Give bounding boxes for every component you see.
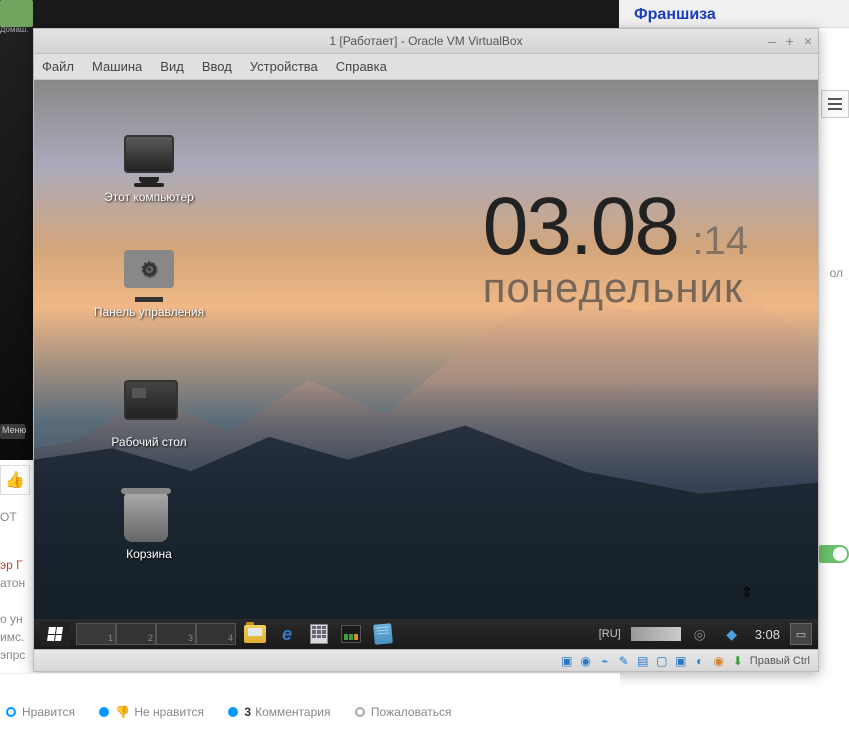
calculator-launcher[interactable] [306,623,332,645]
dislike-button[interactable]: 👎Не нравится [99,705,204,719]
menu-help[interactable]: Справка [336,59,387,74]
computer-icon [124,135,174,173]
like-button[interactable]: Нравится [6,705,75,719]
show-desktop-button[interactable]: ▭ [790,623,812,645]
trash-label: Корзина [126,547,172,561]
computer-label: Этот компьютер [104,190,194,204]
resize-cursor-icon: ⇕ [741,584,753,601]
file-explorer-launcher[interactable] [242,623,268,645]
workspace-4[interactable]: 4 [196,623,236,645]
desktop-icon-trash[interactable]: Корзина [79,492,219,561]
host-desktop-bg [0,0,33,460]
menu-machine[interactable]: Машина [92,59,142,74]
home-folder-label: Домаш. [0,25,29,34]
internet-explorer-launcher[interactable]: e [274,623,300,645]
trash-icon [124,492,168,542]
host-menu-button[interactable]: Меню [0,424,25,439]
language-indicator[interactable]: [RU] [595,626,625,642]
desktop-icon-computer[interactable]: Этот компьютер [79,135,219,204]
comments-count[interactable]: 3Комментария [228,705,330,719]
task-manager-launcher[interactable] [338,623,364,645]
sb-display-icon[interactable]: ▣ [674,654,688,668]
toggle-switch[interactable] [814,545,849,563]
sb-audio-icon[interactable]: ▤ [636,654,650,668]
control-panel-label: Панель управления [94,305,204,319]
desktop-folder-icon [124,380,178,420]
report-button[interactable]: Пожаловаться [355,705,452,719]
thumbs-up-icon[interactable]: 👍 [0,465,30,495]
side-text: ол [830,266,843,280]
maximize-button[interactable]: + [786,33,794,49]
vbox-titlebar[interactable]: 1 [Работает] - Oracle VM VirtualBox – + … [34,29,818,54]
menu-input[interactable]: Ввод [202,59,232,74]
desktop-icon-control-panel[interactable]: Панель управления [79,250,219,319]
notepad-launcher[interactable] [370,623,396,645]
host-desktop-bg2 [33,0,633,28]
taskbar-clock[interactable]: 3:08 [751,627,784,642]
menu-view[interactable]: Вид [160,59,184,74]
clock-seconds: :14 [692,219,748,263]
close-button[interactable]: × [804,33,812,49]
menu-devices[interactable]: Устройства [250,59,318,74]
sb-hdd-icon[interactable]: ▣ [560,654,574,668]
start-button[interactable] [40,622,70,646]
sb-recording-icon[interactable]: ◐ [693,654,707,668]
calculator-icon [310,624,328,644]
desktop-label: Рабочий стол [111,435,186,449]
article-snippet: ОТ эр Г атон о ун имс. эпрс [0,508,25,664]
sb-usb-icon[interactable]: ⌁ [598,654,612,668]
sb-vrde-icon[interactable]: ◉ [712,654,726,668]
sb-guest-additions-icon[interactable]: ⬇ [731,654,745,668]
hamburger-menu-icon[interactable] [821,90,849,118]
volume-slider[interactable] [631,627,681,641]
workspace-2[interactable]: 2 [116,623,156,645]
guest-taskbar: 1 2 3 4 e [RU] ◎ ◆ 3:08 ▭ [34,619,818,649]
sb-network-icon[interactable]: ▢ [655,654,669,668]
menu-file[interactable]: Файл [42,59,74,74]
vbox-title-text: 1 [Работает] - Oracle VM VirtualBox [329,34,522,48]
vbox-statusbar: ▣ ◉ ⌁ ✎ ▤ ▢ ▣ ◐ ◉ ⬇ Правый Ctrl [34,649,818,671]
home-folder-icon[interactable] [0,0,33,27]
vbox-menubar: Файл Машина Вид Ввод Устройства Справка [34,54,818,80]
desktop-clock-widget: 03.08 :14 понедельник [483,180,748,312]
franshiza-link[interactable]: Франшиза [634,6,716,24]
workspace-1[interactable]: 1 [76,623,116,645]
task-manager-icon [341,625,361,643]
comments-bar: Нравится 👎Не нравится 3Комментария Пожал… [0,673,620,731]
virtualbox-window: 1 [Работает] - Oracle VM VirtualBox – + … [33,28,819,672]
clock-time: 03.08 [483,181,678,272]
minimize-button[interactable]: – [768,33,776,49]
windows-logo-icon [47,627,63,641]
clock-day: понедельник [483,264,748,312]
sb-optical-icon[interactable]: ◉ [579,654,593,668]
tray-disc-icon[interactable]: ◎ [687,623,713,645]
notepad-icon [373,623,393,644]
workspace-pager: 1 2 3 4 [76,623,236,645]
sb-shared-folder-icon[interactable]: ✎ [617,654,631,668]
tray-update-icon[interactable]: ◆ [719,623,745,645]
control-panel-icon [124,250,174,288]
folder-icon [244,625,266,643]
guest-desktop[interactable]: 03.08 :14 понедельник Этот компьютер Пан… [34,80,818,649]
workspace-3[interactable]: 3 [156,623,196,645]
sb-hostkey-label: Правый Ctrl [750,655,810,667]
desktop-icon-desktop[interactable]: Рабочий стол [79,380,219,449]
